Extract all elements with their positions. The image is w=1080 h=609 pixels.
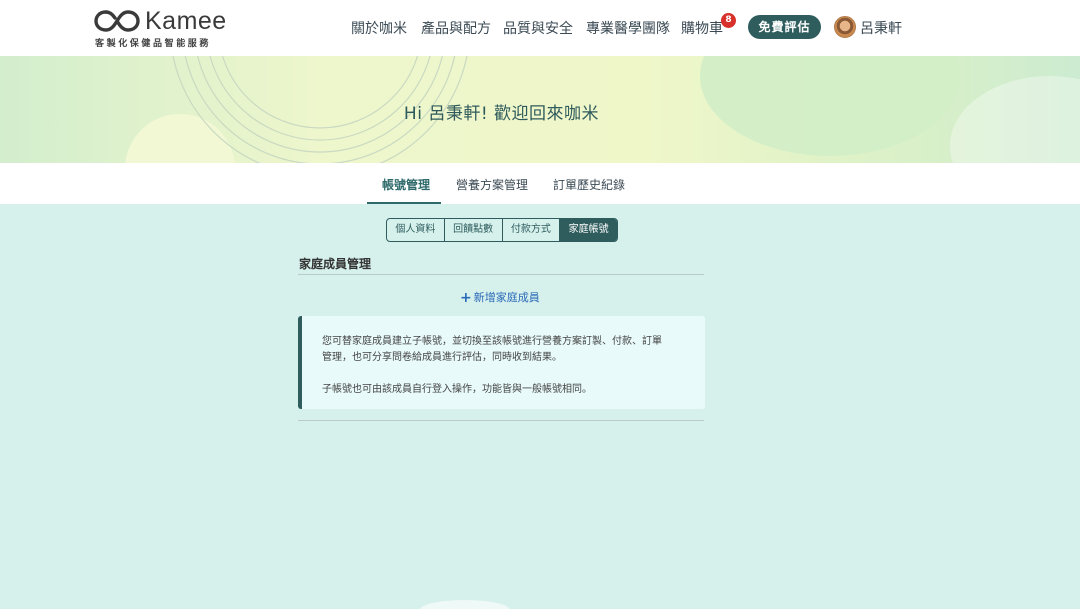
account-subsection-switcher: 個人資料 回饋點數 付款方式 家庭帳號 [386,218,618,242]
welcome-greeting: Hi 呂秉軒! 歡迎回來咖米 [403,104,600,124]
section-title: 家庭成員管理 [299,257,372,271]
tab-nutrition-plans[interactable]: 營養方案管理 [456,176,528,193]
segment-family-account[interactable]: 家庭帳號 [560,219,617,241]
tab-order-history[interactable]: 訂單歷史紀錄 [553,176,625,193]
segment-profile[interactable]: 個人資料 [387,219,445,241]
infinity-logo-icon [94,10,140,32]
divider [298,274,704,275]
logo-wordmark: Kamee [145,7,227,35]
free-evaluation-button[interactable]: 免費評估 [748,15,821,39]
tab-account-management[interactable]: 帳號管理 [382,176,430,193]
top-header: Kamee 客製化保健品智能服務 關於咖米 產品與配方 品質與安全 專業醫學團隊… [0,0,1080,56]
info-text: 管理，也可分享問卷給成員進行評估，同時收到結果。 [322,352,562,363]
active-tab-indicator [367,202,441,204]
plus-icon: + [460,290,472,306]
nav-about[interactable]: 關於咖米 [351,18,407,38]
segment-reward-points[interactable]: 回饋點數 [445,219,503,241]
account-tabs: 帳號管理 營養方案管理 訂單歷史紀錄 [0,163,1080,204]
user-avatar[interactable] [834,16,856,38]
cart-count-badge: 8 [721,13,736,28]
footer-decoration [420,600,510,609]
family-info-notice: 您可替家庭成員建立子帳號，並切換至該帳號進行營養方案訂製、付款、訂單 管理，也可… [298,316,705,409]
nav-products[interactable]: 產品與配方 [421,18,491,38]
divider [298,420,704,421]
nav-quality[interactable]: 品質與安全 [503,18,573,38]
kamee-logo[interactable]: Kamee 客製化保健品智能服務 [94,6,234,50]
segment-payment-methods[interactable]: 付款方式 [503,219,561,241]
info-text: 子帳號也可由該成員自行登入操作，功能皆與一般帳號相同。 [322,384,592,395]
add-family-member-label: 新增家庭成員 [473,291,540,304]
nav-medical-team[interactable]: 專業醫學團隊 [586,18,670,38]
logo-tagline: 客製化保健品智能服務 [95,39,212,49]
welcome-banner: Hi 呂秉軒! 歡迎回來咖米 [0,56,1080,163]
nav-cart[interactable]: 購物車 [681,18,723,38]
user-name-link[interactable]: 呂秉軒 [860,18,902,38]
add-family-member-button[interactable]: + 新增家庭成員 [460,289,540,306]
info-text: 您可替家庭成員建立子帳號，並切換至該帳號進行營養方案訂製、付款、訂單 [322,336,662,347]
